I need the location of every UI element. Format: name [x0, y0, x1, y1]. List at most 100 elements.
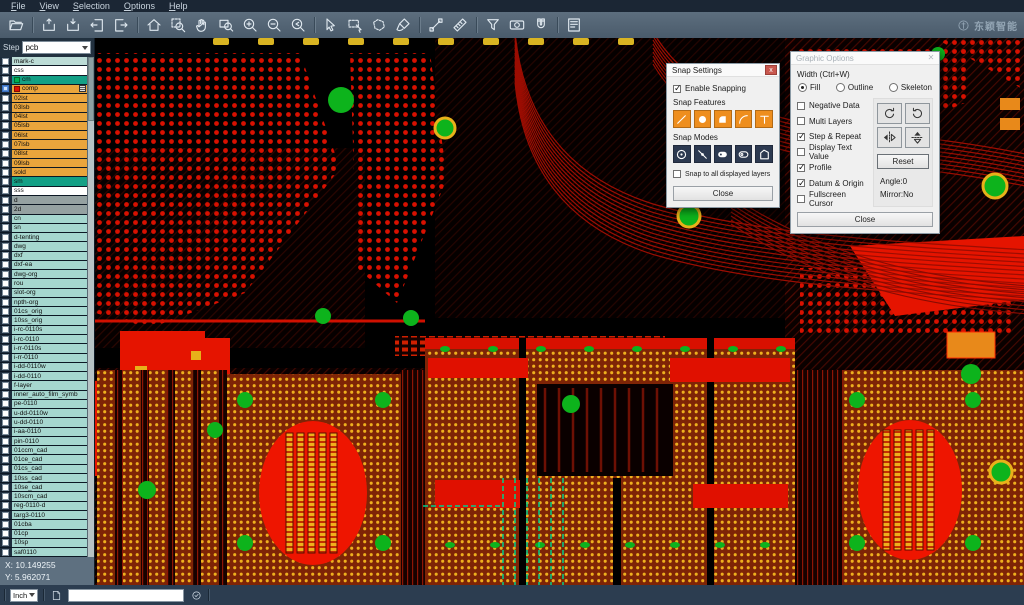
- layer-visibility-checkbox[interactable]: [2, 400, 9, 407]
- f-layer-layer-row[interactable]: f-layer: [0, 381, 87, 390]
- close-icon[interactable]: x: [765, 65, 777, 75]
- Help-menu[interactable]: Help: [162, 0, 195, 12]
- dxf-layer-row[interactable]: dxf: [0, 252, 87, 261]
- 2d-layer-row[interactable]: 2d: [0, 205, 87, 214]
- layer-visibility-checkbox[interactable]: [2, 85, 9, 92]
- layer-name-cell[interactable]: i-dd-0110: [12, 372, 87, 380]
- Datum & Origin-checkbox[interactable]: Datum & Origin: [797, 176, 868, 191]
- layer-name-cell[interactable]: 10se_cad: [12, 483, 87, 491]
- layer-visibility-checkbox[interactable]: [2, 252, 9, 259]
- layer-name-cell[interactable]: 01ccm_cad: [12, 446, 87, 454]
- mode-slot-outline-button[interactable]: [735, 145, 753, 163]
- layer-name-cell[interactable]: 01cs_orig: [12, 307, 87, 315]
- View-menu[interactable]: View: [33, 0, 66, 12]
- page-next-button[interactable]: [109, 14, 133, 36]
- layer-visibility-checkbox[interactable]: [2, 141, 9, 148]
- unit-dropdown[interactable]: Inch: [10, 589, 38, 602]
- 01cp-layer-row[interactable]: 01cp: [0, 530, 87, 539]
- layer-visibility-checkbox[interactable]: [2, 512, 9, 519]
- layer-name-cell[interactable]: saf0110: [12, 548, 87, 556]
- layer-name-cell[interactable]: 02lst: [12, 94, 87, 102]
- layer-visibility-checkbox[interactable]: [2, 456, 9, 463]
- sss-layer-row[interactable]: sss: [0, 187, 87, 196]
- layer-name-cell[interactable]: i-aa-0110: [12, 428, 87, 436]
- graphic-close-button[interactable]: Close: [797, 212, 933, 227]
- Options-menu[interactable]: Options: [117, 0, 162, 12]
- layer-name-cell[interactable]: inner_auto_film_symb: [12, 391, 87, 399]
- File-menu[interactable]: File: [4, 0, 33, 12]
- layer-visibility-checkbox[interactable]: [2, 58, 9, 65]
- zoom-window-button[interactable]: [214, 14, 238, 36]
- layer-visibility-checkbox[interactable]: [2, 308, 9, 315]
- layer-visibility-checkbox[interactable]: [2, 169, 9, 176]
- snap-text-button[interactable]: [755, 110, 773, 128]
- layer-name-cell[interactable]: rou: [12, 279, 87, 287]
- dxf-ea-layer-row[interactable]: dxf-ea: [0, 261, 87, 270]
- layer-name-cell[interactable]: pe-0110: [12, 400, 87, 408]
- layer-visibility-checkbox[interactable]: [2, 438, 9, 445]
- layer-visibility-checkbox[interactable]: [2, 113, 9, 120]
- layer-name-cell[interactable]: 01cp: [12, 530, 87, 538]
- layer-name-cell[interactable]: 08lst: [12, 150, 87, 158]
- layer-visibility-checkbox[interactable]: [2, 289, 9, 296]
- comp-layer-row[interactable]: comp: [0, 85, 87, 94]
- slot-org-layer-row[interactable]: slot-org: [0, 289, 87, 298]
- pe-0110-layer-row[interactable]: pe-0110: [0, 400, 87, 409]
- layer-name-cell[interactable]: sold: [12, 168, 87, 176]
- command-input[interactable]: [68, 589, 184, 602]
- 10se_cad-layer-row[interactable]: 10se_cad: [0, 483, 87, 492]
- reg-0110-d-layer-row[interactable]: reg-0110-d: [0, 502, 87, 511]
- layer-name-cell[interactable]: i-rc-0110: [12, 335, 87, 343]
- snap-all-layers-checkbox[interactable]: Snap to all displayed layers: [673, 170, 773, 178]
- load-job-button[interactable]: [37, 14, 61, 36]
- targ3-0110-layer-row[interactable]: targ3-0110: [0, 511, 87, 520]
- layer-visibility-checkbox[interactable]: [2, 104, 9, 111]
- mode-point-button[interactable]: [694, 145, 712, 163]
- report-doc-button[interactable]: [562, 14, 586, 36]
- layer-visibility-checkbox[interactable]: [2, 132, 9, 139]
- filter-button[interactable]: [481, 14, 505, 36]
- layer-name-cell[interactable]: 01cba: [12, 520, 87, 528]
- layer-name-cell[interactable]: sm: [12, 177, 87, 185]
- sn-layer-row[interactable]: sn: [0, 224, 87, 233]
- layer-name-cell[interactable]: i-rc-0110s: [12, 326, 87, 334]
- layer-visibility-checkbox[interactable]: [2, 521, 9, 528]
- layer-visibility-checkbox[interactable]: [2, 373, 9, 380]
- sm-layer-row[interactable]: sm: [0, 177, 87, 186]
- mirror-y-button[interactable]: [905, 127, 930, 148]
- npth-org-layer-row[interactable]: npth-org: [0, 298, 87, 307]
- Skeleton-radio[interactable]: Skeleton: [889, 83, 932, 92]
- layer-visibility-checkbox[interactable]: [2, 539, 9, 546]
- layer-visibility-checkbox[interactable]: [2, 215, 9, 222]
- layer-visibility-checkbox[interactable]: [2, 391, 9, 398]
- u-dd-0110w-layer-row[interactable]: u-dd-0110w: [0, 409, 87, 418]
- 08lst-layer-row[interactable]: 08lst: [0, 150, 87, 159]
- 01ccm_cad-layer-row[interactable]: 01ccm_cad: [0, 446, 87, 455]
- layer-name-cell[interactable]: reg-0110-d: [12, 502, 87, 510]
- 04lst-layer-row[interactable]: 04lst: [0, 113, 87, 122]
- enable-snapping-checkbox[interactable]: Enable Snapping: [673, 84, 773, 93]
- layer-name-cell[interactable]: 09lsb: [12, 159, 87, 167]
- layer-visibility-checkbox[interactable]: [2, 160, 9, 167]
- 02lst-layer-row[interactable]: 02lst: [0, 94, 87, 103]
- Profile-checkbox[interactable]: Profile: [797, 160, 868, 175]
- layer-name-cell[interactable]: 10ss_cad: [12, 474, 87, 482]
- layer-visibility-checkbox[interactable]: [2, 271, 9, 278]
- layer-name-cell[interactable]: 10scm_cad: [12, 492, 87, 500]
- layer-name-cell[interactable]: pin-0110: [12, 437, 87, 445]
- layer-visibility-checkbox[interactable]: [2, 326, 9, 333]
- zoom-previous-button[interactable]: [286, 14, 310, 36]
- rotate-ccw-button[interactable]: [905, 103, 930, 124]
- Fill-radio[interactable]: Fill: [798, 83, 820, 92]
- layer-visibility-checkbox[interactable]: [2, 428, 9, 435]
- snap-close-button[interactable]: Close: [673, 186, 773, 201]
- inner_auto_film_symb-layer-row[interactable]: inner_auto_film_symb: [0, 391, 87, 400]
- snap-settings-titlebar[interactable]: Snap Settings x: [667, 64, 779, 77]
- 10scm_cad-layer-row[interactable]: 10scm_cad: [0, 492, 87, 501]
- layer-name-cell[interactable]: 01cs_cad: [12, 465, 87, 473]
- layer-visibility-checkbox[interactable]: [2, 280, 9, 287]
- 06lst-layer-row[interactable]: 06lst: [0, 131, 87, 140]
- mark-c-layer-row[interactable]: mark-c: [0, 57, 87, 66]
- pan-hand-button[interactable]: [190, 14, 214, 36]
- snap-surface-button[interactable]: [714, 110, 732, 128]
